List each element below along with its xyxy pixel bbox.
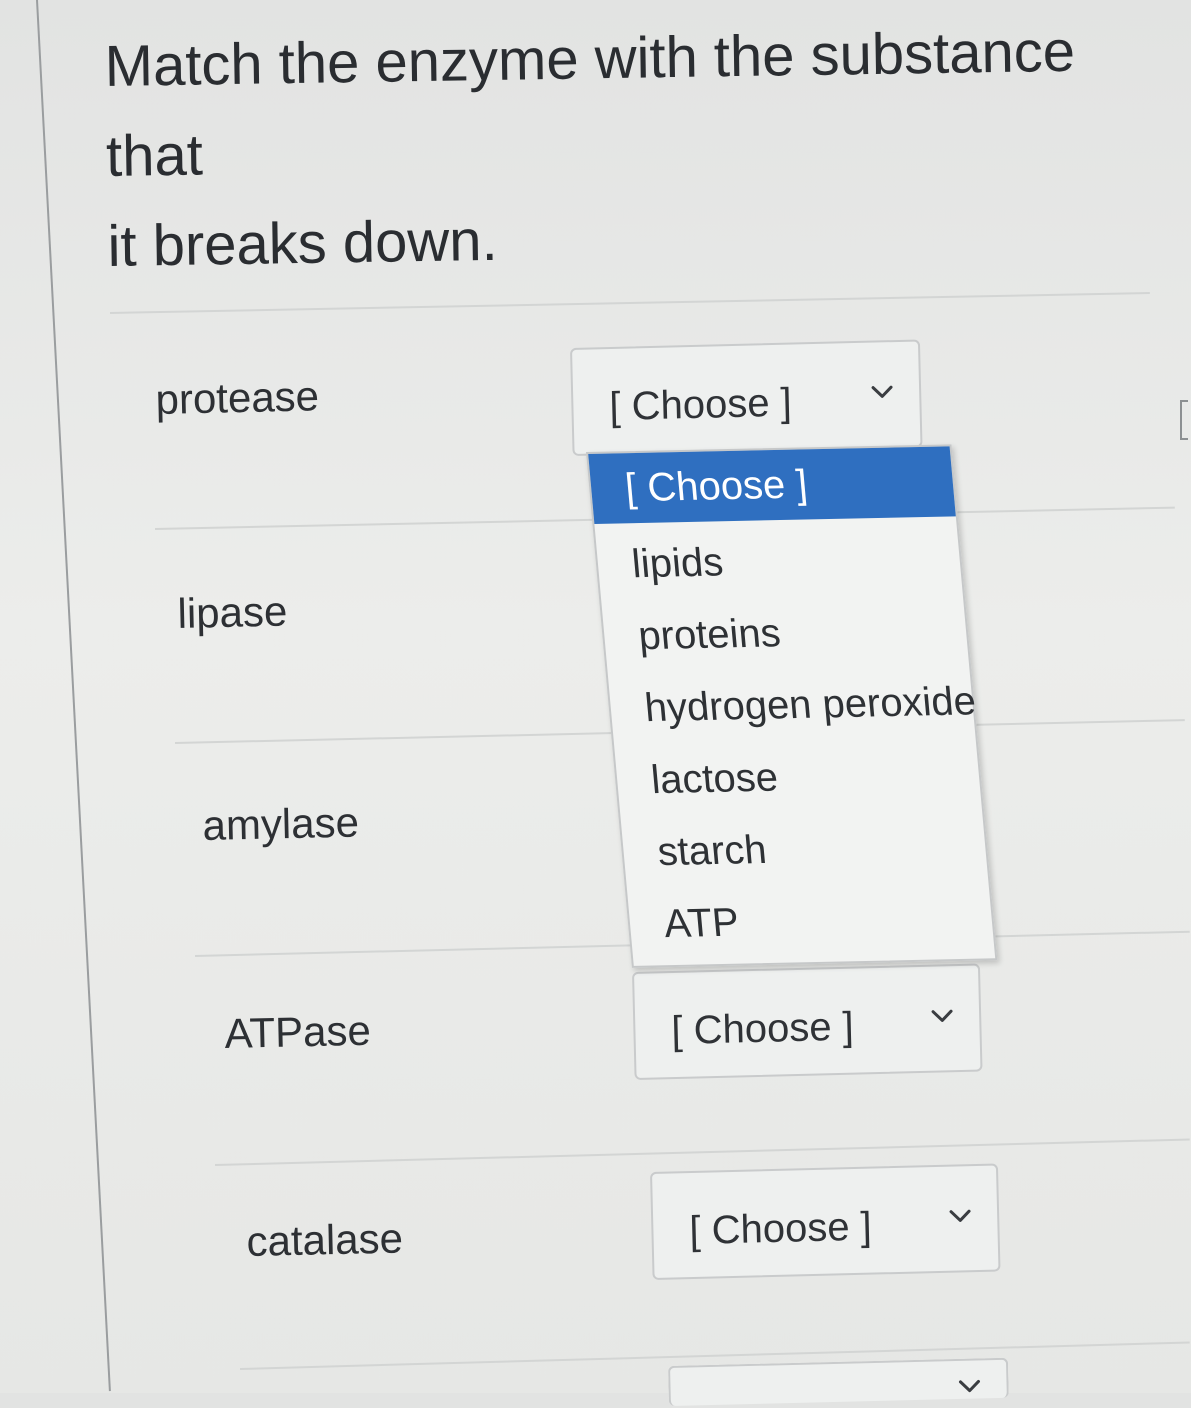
enzyme-label-lipase: lipase xyxy=(177,587,288,637)
enzyme-label-amylase: amylase xyxy=(202,798,360,849)
enzyme-label-protease: protease xyxy=(155,372,320,423)
dropdown-option-hydrogen-peroxide[interactable]: hydrogen peroxide xyxy=(608,666,978,744)
edge-bracket xyxy=(1180,400,1188,440)
question-text: Match the enzyme with the substance that… xyxy=(104,6,1148,292)
dropdown-option-atp[interactable]: ATP xyxy=(627,882,995,960)
enzyme-label-catalase: catalase xyxy=(246,1214,404,1265)
chevron-down-icon xyxy=(958,1379,980,1393)
dropdown-list: [ Choose ] lipids proteins hydrogen pero… xyxy=(586,444,998,968)
select-protease[interactable]: [ Choose ] xyxy=(570,339,923,456)
dropdown-option-starch[interactable]: starch xyxy=(621,810,989,888)
chevron-down-icon xyxy=(931,1009,953,1022)
select-atpase[interactable]: [ Choose ] xyxy=(632,963,983,1080)
dropdown-option-choose[interactable]: [ Choose ] xyxy=(588,446,956,524)
select-value: [ Choose ] xyxy=(688,1204,873,1254)
question-line-2: it breaks down. xyxy=(107,207,499,279)
select-next-partial[interactable] xyxy=(668,1357,1009,1406)
dropdown-option-lipids[interactable]: lipids xyxy=(595,522,963,600)
chevron-down-icon xyxy=(949,1209,971,1222)
question-line-1: Match the enzyme with the substance that xyxy=(104,18,1076,189)
select-value: [ Choose ] xyxy=(670,1004,855,1054)
select-catalase[interactable]: [ Choose ] xyxy=(650,1163,1001,1280)
select-value: [ Choose ] xyxy=(608,380,793,430)
enzyme-label-atpase: ATPase xyxy=(224,1006,372,1057)
chevron-down-icon xyxy=(871,385,893,398)
dropdown-option-proteins[interactable]: proteins xyxy=(601,594,969,672)
dropdown-option-lactose[interactable]: lactose xyxy=(614,738,982,816)
